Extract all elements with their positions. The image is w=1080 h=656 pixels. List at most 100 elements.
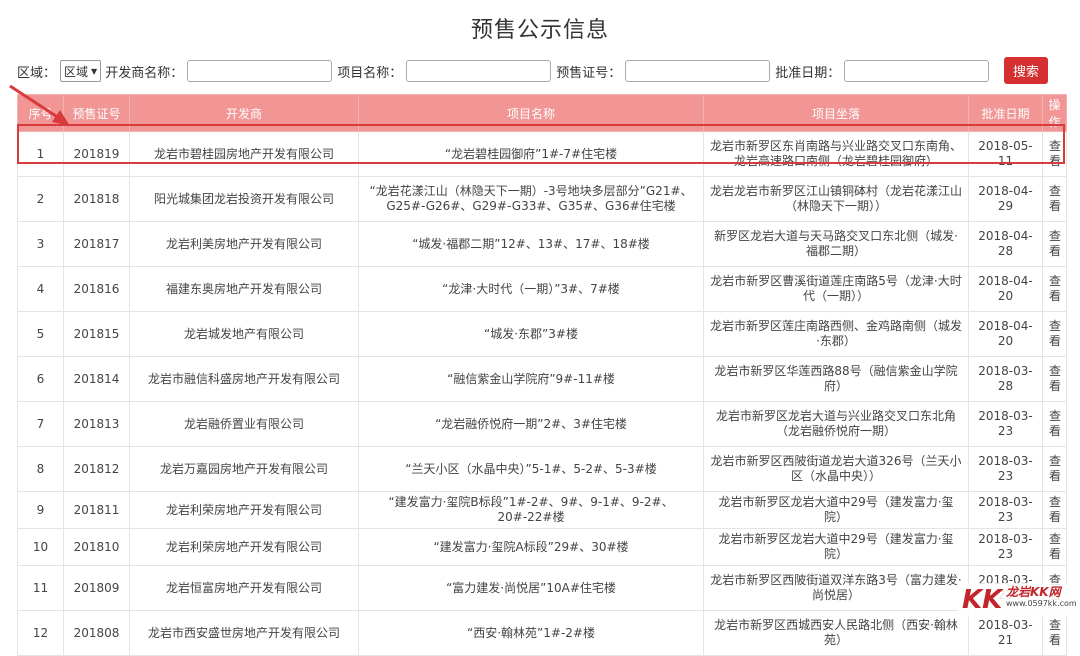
view-link[interactable]: 查看 — [1042, 311, 1067, 357]
view-link[interactable]: 查看 — [1042, 528, 1067, 566]
table-row: 10 201810 龙岩利荣房地产开发有限公司 “建发富力·玺院A标段”29#、… — [17, 528, 1067, 566]
watermark-url: www.0597kk.com — [1006, 599, 1077, 608]
column-header: 项目名称 — [358, 94, 704, 132]
cell-date: 2018-04-29 — [968, 176, 1043, 222]
cell-project: “西安·翰林苑”1#-2#楼 — [358, 610, 704, 656]
date-label: 批准日期： — [775, 65, 841, 81]
table-row: 11 201809 龙岩恒富房地产开发有限公司 “富力建发·尚悦居”10A#住宅… — [17, 565, 1067, 611]
cell-developer: 龙岩利荣房地产开发有限公司 — [129, 528, 359, 566]
view-link[interactable]: 查看 — [1042, 221, 1067, 267]
view-link[interactable]: 查看 — [1042, 266, 1067, 312]
cell-project: “龙岩花漾江山（林隐天下一期）-3号地块多层部分”G21#、G25#-G26#、… — [358, 176, 704, 222]
view-link[interactable]: 查看 — [1042, 491, 1067, 529]
cell-developer: 龙岩万嘉园房地产开发有限公司 — [129, 446, 359, 492]
column-header: 项目坐落 — [703, 94, 969, 132]
developer-input[interactable] — [187, 60, 333, 82]
cell-project: “富力建发·尚悦居”10A#住宅楼 — [358, 565, 704, 611]
cell-permit: 201811 — [63, 491, 130, 529]
cell-date: 2018-03-23 — [968, 491, 1043, 529]
cell-developer: 龙岩利美房地产开发有限公司 — [129, 221, 359, 267]
cell-project: “城发·东郡”3#楼 — [358, 311, 704, 357]
watermark-logo: KK — [962, 585, 1003, 615]
cell-date: 2018-04-20 — [968, 266, 1043, 312]
cell-project: “融信紫金山学院府”9#-11#楼 — [358, 356, 704, 402]
column-header: 预售证号 — [63, 94, 130, 132]
cell-developer: 龙岩市融信科盛房地产开发有限公司 — [129, 356, 359, 402]
cell-permit: 201808 — [63, 610, 130, 656]
view-link[interactable]: 查看 — [1042, 356, 1067, 402]
cell-permit: 201816 — [63, 266, 130, 312]
cell-location: 龙岩市新罗区西陂街道龙岩大道326号（兰天小区（水晶中央）） — [703, 446, 969, 492]
table-row: 6 201814 龙岩市融信科盛房地产开发有限公司 “融信紫金山学院府”9#-1… — [17, 356, 1067, 402]
page-title: 预售公示信息 — [470, 18, 609, 43]
column-header: 操作 — [1042, 94, 1067, 132]
view-link[interactable]: 查看 — [1042, 610, 1067, 656]
project-input[interactable] — [406, 60, 552, 82]
cell-location: 龙岩市新罗区龙岩大道与兴业路交叉口东北角（龙岩融侨悦府一期） — [703, 401, 969, 447]
date-input[interactable] — [844, 60, 990, 82]
cell-developer: 龙岩融侨置业有限公司 — [129, 401, 359, 447]
cell-permit: 201814 — [63, 356, 130, 402]
cell-no: 9 — [17, 491, 64, 529]
cell-permit: 201810 — [63, 528, 130, 566]
cell-location: 龙岩市新罗区龙岩大道中29号（建发富力·玺院） — [703, 528, 969, 566]
cell-project: “建发富力·玺院B标段”1#-2#、9#、9-1#、9-2#、20#-22#楼 — [358, 491, 704, 529]
column-header: 批准日期 — [968, 94, 1043, 132]
cell-project: “建发富力·玺院A标段”29#、30#楼 — [358, 528, 704, 566]
cell-developer: 龙岩市碧桂园房地产开发有限公司 — [129, 131, 359, 177]
cell-developer: 龙岩城发地产有限公司 — [129, 311, 359, 357]
cell-developer: 福建东奥房地产开发有限公司 — [129, 266, 359, 312]
cell-permit: 201817 — [63, 221, 130, 267]
cell-date: 2018-03-23 — [968, 446, 1043, 492]
table-header-row: 序号 预售证号 开发商 项目名称 项目坐落 批准日期 操作 — [17, 94, 1067, 132]
cell-location: 龙岩市新罗区莲庄南路西侧、金鸡路南侧（城发·东郡） — [703, 311, 969, 357]
view-link[interactable]: 查看 — [1042, 131, 1067, 177]
view-link[interactable]: 查看 — [1042, 176, 1067, 222]
cell-date: 2018-04-20 — [968, 311, 1043, 357]
cell-permit: 201818 — [63, 176, 130, 222]
cell-project: “龙津·大时代（一期）”3#、7#楼 — [358, 266, 704, 312]
cell-no: 8 — [17, 446, 64, 492]
cell-no: 7 — [17, 401, 64, 447]
table-row: 2 201818 阳光城集团龙岩投资开发有限公司 “龙岩花漾江山（林隐天下一期）… — [17, 176, 1067, 222]
cell-no: 5 — [17, 311, 64, 357]
cell-no: 12 — [17, 610, 64, 656]
cell-location: 龙岩市新罗区曹溪街道莲庄南路5号（龙津·大时代（一期）） — [703, 266, 969, 312]
cell-date: 2018-03-23 — [968, 401, 1043, 447]
cell-permit: 201819 — [63, 131, 130, 177]
filter-bar: 区域： 区域 ▼ 开发商名称： 项目名称： 预售证号： 批准日期： — [17, 58, 994, 84]
site-watermark: KK 龙岩KK网 www.0597kk.com — [958, 583, 1077, 617]
chevron-down-icon: ▼ — [91, 66, 98, 76]
table-row: 8 201812 龙岩万嘉园房地产开发有限公司 “兰天小区（水晶中央）”5-1#… — [17, 446, 1067, 492]
cell-no: 4 — [17, 266, 64, 312]
developer-label: 开发商名称： — [105, 65, 184, 81]
table-row: 1 201819 龙岩市碧桂园房地产开发有限公司 “龙岩碧桂园御府”1#-7#住… — [17, 131, 1067, 177]
table-row: 9 201811 龙岩利荣房地产开发有限公司 “建发富力·玺院B标段”1#-2#… — [17, 491, 1067, 529]
table-row: 4 201816 福建东奥房地产开发有限公司 “龙津·大时代（一期）”3#、7#… — [17, 266, 1067, 312]
cell-developer: 龙岩利荣房地产开发有限公司 — [129, 491, 359, 529]
cell-no: 2 — [17, 176, 64, 222]
cell-date: 2018-03-21 — [968, 610, 1043, 656]
cell-project: “龙岩融侨悦府一期”2#、3#住宅楼 — [358, 401, 704, 447]
cell-location: 龙岩龙岩市新罗区江山镇铜砵村（龙岩花漾江山（林隐天下一期）） — [703, 176, 969, 222]
column-header: 序号 — [17, 94, 64, 132]
cell-permit: 201815 — [63, 311, 130, 357]
cell-permit: 201809 — [63, 565, 130, 611]
presale-table: 序号 预售证号 开发商 项目名称 项目坐落 批准日期 操作 1 201819 龙… — [17, 94, 1067, 656]
region-label: 区域： — [17, 65, 57, 81]
cell-location: 龙岩市新罗区东肖南路与兴业路交叉口东南角、龙岩高速路口南侧（龙岩碧桂园御府） — [703, 131, 969, 177]
cell-permit: 201813 — [63, 401, 130, 447]
watermark-text: 龙岩KK网 — [1006, 585, 1061, 599]
column-header: 开发商 — [129, 94, 359, 132]
cell-date: 2018-04-28 — [968, 221, 1043, 267]
view-link[interactable]: 查看 — [1042, 446, 1067, 492]
region-select[interactable]: 区域 ▼ — [60, 60, 102, 82]
search-button[interactable]: 搜索 — [1004, 57, 1048, 84]
project-label: 项目名称： — [337, 65, 403, 81]
table-row: 12 201808 龙岩市西安盛世房地产开发有限公司 “西安·翰林苑”1#-2#… — [17, 610, 1067, 656]
permit-input[interactable] — [625, 60, 771, 82]
cell-no: 3 — [17, 221, 64, 267]
permit-label: 预售证号： — [556, 65, 622, 81]
view-link[interactable]: 查看 — [1042, 401, 1067, 447]
table-row: 3 201817 龙岩利美房地产开发有限公司 “城发·福郡二期”12#、13#、… — [17, 221, 1067, 267]
